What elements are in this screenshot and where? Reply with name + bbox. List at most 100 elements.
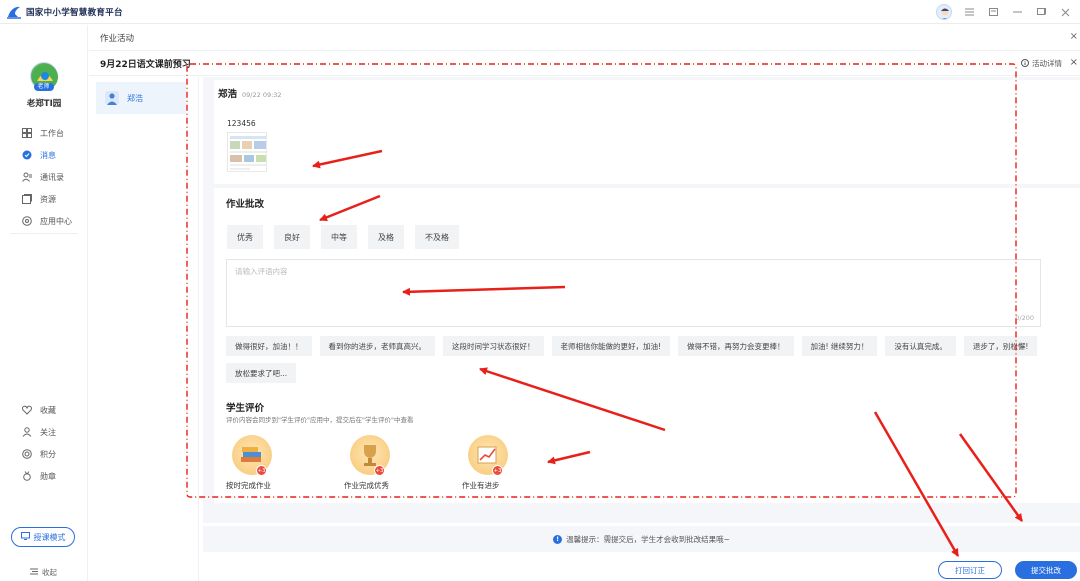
collapse-icon [30, 568, 38, 577]
title-bar: 国家中小学智慧教育平台 [0, 0, 1080, 24]
list-item[interactable]: 郑浩 [96, 82, 186, 114]
student-list: 郑浩 [89, 77, 199, 581]
sidebar-item-medals[interactable]: 勋章 [0, 465, 88, 487]
sidebar-item-label: 关注 [40, 427, 56, 437]
sidebar-item-follow[interactable]: 关注 [0, 421, 88, 443]
main-content: 郑浩 09/22 09:32 123456 作业批改 优秀 良好 中等 及格 不… [203, 77, 1080, 581]
main-nav: 工作台 消息 通讯录 资源 应用中心 [0, 122, 88, 232]
heart-icon [22, 405, 32, 415]
grade-option[interactable]: 优秀 [227, 225, 263, 249]
close-icon[interactable]: × [1070, 57, 1078, 68]
sidebar-item-label: 消息 [40, 150, 56, 160]
sidebar-item-label: 勋章 [40, 471, 56, 481]
close-icon[interactable] [1058, 5, 1072, 19]
collapse-label: 收起 [42, 568, 57, 577]
badge-label: 按时完成作业 [226, 481, 271, 490]
sidebar-item-label: 资源 [40, 194, 56, 204]
nav-divider [10, 233, 78, 234]
window-controls [936, 4, 1072, 20]
return-for-revision-button[interactable]: 打回订正 [938, 561, 1002, 579]
profile-name: 老郑TI园 [26, 99, 62, 109]
activity-detail-label: 活动详情 [1032, 59, 1062, 68]
sidebar-item-label: 收藏 [40, 405, 56, 415]
page-header: 作业活动 × [89, 25, 1080, 51]
lecture-mode-label: 授课模式 [33, 532, 66, 542]
grade-option[interactable]: 良好 [274, 225, 310, 249]
lecture-mode-button[interactable]: 授课模式 [11, 527, 75, 547]
sidebar-item-label: 应用中心 [40, 216, 72, 226]
secondary-nav: 收藏 关注 积分 勋章 [0, 399, 88, 487]
submission-text: 123456 [227, 119, 256, 128]
quick-phrase[interactable]: 没有认真完成。 [885, 336, 956, 356]
sidebar-item-app-center[interactable]: 应用中心 [0, 210, 88, 232]
page-title: 作业活动 [100, 33, 135, 44]
points-icon [22, 449, 32, 459]
menu-icon[interactable] [962, 5, 976, 19]
tip-strip: ! 温馨提示：需提交后，学生才会收到批改结果哦~ [203, 526, 1080, 552]
quick-phrase[interactable]: 老师相信你能做的更好，加油! [551, 336, 671, 356]
student-name: 郑浩 [127, 93, 143, 103]
minimize-icon[interactable] [1010, 5, 1024, 19]
grade-option[interactable]: 及格 [368, 225, 404, 249]
contacts-icon [22, 172, 32, 182]
user-avatar-icon[interactable] [936, 4, 952, 20]
medal-icon [22, 471, 32, 481]
quick-phrase[interactable]: 加油! 继续努力！ [801, 336, 878, 356]
sidebar-item-workbench[interactable]: 工作台 [0, 122, 88, 144]
lecture-icon [20, 532, 30, 542]
grading-card: 作业批改 优秀 良好 中等 及格 不及格 请输入评语内容 0/200 做得很好，… [214, 188, 1080, 503]
student-avatar-icon [105, 91, 119, 105]
submission-header: 郑浩 09/22 09:32 [218, 86, 282, 100]
badge-points: +3 [256, 465, 267, 476]
evaluation-badge[interactable]: +3 作业有进步 [462, 432, 580, 494]
evaluation-badge[interactable]: +3 按时完成作业 [226, 432, 344, 494]
quick-phrase[interactable]: 看到你的进步，老师真高兴。 [319, 336, 435, 356]
quick-phrase[interactable]: 这段时间学习状态很好！ [443, 336, 544, 356]
evaluation-title: 学生评价 [226, 403, 265, 414]
submission-time: 09/22 09:32 [242, 91, 282, 99]
teacher-badge: 老师 [33, 83, 54, 91]
quick-phrase[interactable]: 做得很好，加油！！ [226, 336, 312, 356]
sidebar-item-points[interactable]: 积分 [0, 443, 88, 465]
grade-option[interactable]: 中等 [321, 225, 357, 249]
activity-detail-link[interactable]: 活动详情 [1021, 58, 1062, 69]
sidebar-item-contacts[interactable]: 通讯录 [0, 166, 88, 188]
comment-input[interactable]: 请输入评语内容 0/200 [226, 259, 1041, 327]
platform-logo-icon [6, 5, 22, 19]
quick-phrase[interactable]: 退步了，别松懈! [963, 336, 1038, 356]
dashboard-icon [22, 128, 32, 138]
badge-label: 作业有进步 [462, 481, 500, 490]
sidebar-item-label: 通讯录 [40, 172, 64, 182]
message-icon [22, 150, 32, 160]
restore-icon[interactable] [986, 5, 1000, 19]
sidebar-item-label: 工作台 [40, 128, 64, 138]
sidebar-item-messages[interactable]: 消息 [0, 144, 88, 166]
quick-phrase[interactable]: 放松要求了吧... [226, 363, 297, 383]
info-icon [1021, 58, 1029, 69]
maximize-icon[interactable] [1034, 5, 1048, 19]
app-center-icon [22, 216, 32, 226]
evaluation-badge[interactable]: +3 作业完成优秀 [344, 432, 462, 494]
sidebar-item-resources[interactable]: 资源 [0, 188, 88, 210]
submission-image[interactable] [227, 132, 267, 172]
sidebar-item-favorites[interactable]: 收藏 [0, 399, 88, 421]
collapse-button[interactable]: 收起 [30, 567, 57, 578]
left-sidebar: 老师 老郑TI园 工作台 消息 通讯录 资源 应用中心 收藏 关注 积分 勋章 … [0, 25, 88, 581]
activity-title: 9月22日语文课前预习 [100, 60, 191, 70]
activity-header: 9月22日语文课前预习 活动详情 × [89, 52, 1080, 76]
grading-title: 作业批改 [226, 199, 265, 210]
comment-placeholder: 请输入评语内容 [235, 267, 288, 276]
follow-icon [22, 427, 32, 437]
grade-options: 优秀 良好 中等 及格 不及格 [227, 225, 459, 249]
resources-icon [22, 194, 32, 204]
evaluation-description: 评价内容会同步到"学生评价"应用中，提交后在"学生评价"中查看 [226, 416, 414, 424]
close-icon[interactable]: × [1070, 31, 1078, 42]
app-title: 国家中小学智慧教育平台 [26, 7, 123, 18]
tip-text: 温馨提示：需提交后，学生才会收到批改结果哦~ [566, 534, 730, 544]
sidebar-item-label: 积分 [40, 449, 56, 459]
quick-phrase[interactable]: 做得不错，再努力会变更棒！ [678, 336, 794, 356]
grade-option[interactable]: 不及格 [415, 225, 459, 249]
badge-points: +3 [374, 465, 385, 476]
submit-grading-button[interactable]: 提交批改 [1015, 561, 1077, 579]
submission-card: 郑浩 09/22 09:32 123456 [214, 80, 1080, 184]
